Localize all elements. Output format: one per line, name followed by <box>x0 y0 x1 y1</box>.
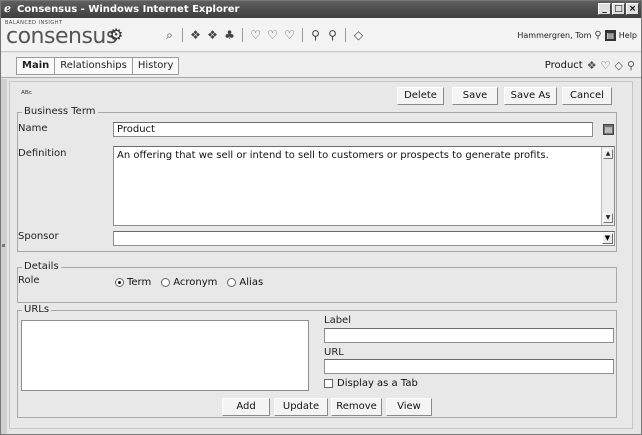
url-label-field[interactable] <box>324 328 614 343</box>
left-splitter[interactable] <box>1 79 7 434</box>
url-field[interactable] <box>324 359 614 374</box>
help-icon[interactable]: ▤ <box>604 30 616 41</box>
display-as-tab-checkbox[interactable]: Display as a Tab <box>324 378 418 389</box>
maximize-button[interactable]: □ <box>612 3 625 15</box>
definition-textarea[interactable]: An offering that we sell or intend to se… <box>113 146 615 226</box>
view-url-button[interactable]: View <box>386 398 432 416</box>
sponsor-label: Sponsor <box>18 231 59 242</box>
title-bar: ℯ Consensus - Windows Internet Explorer … <box>1 1 641 18</box>
role-radio-group: Term Acronym Alias <box>115 277 263 288</box>
urls-group: URLs Label URL Display as a Tab Add Upda… <box>17 304 617 418</box>
name-field[interactable]: Product <box>113 122 593 137</box>
toolbar-separator <box>345 28 346 42</box>
name-lookup-icon[interactable]: ▤ <box>603 124 614 135</box>
urls-legend: URLs <box>22 304 52 316</box>
tab-main[interactable]: Main <box>17 58 56 74</box>
save-button[interactable]: Save <box>452 87 498 105</box>
find-term-icon[interactable]: ❖ <box>189 28 202 42</box>
name-label: Name <box>18 123 48 134</box>
display-as-tab-label: Display as a Tab <box>337 378 418 389</box>
role-term-label: Term <box>127 277 152 288</box>
definition-scrollbar[interactable]: ▲ ▼ <box>601 147 614 225</box>
chevron-down-icon[interactable]: ▼ <box>602 233 613 244</box>
app-header: BALANCED INSIGHT consensus ⚙ ⌕ ❖ ❖ ♣ ♡ ♡… <box>1 18 641 52</box>
details-legend: Details <box>22 261 61 273</box>
user-area: Hammergren, Tom ⚲ ▤ Help <box>517 30 637 41</box>
context-label: Product <box>544 60 583 71</box>
role-acronym-label: Acronym <box>173 277 218 288</box>
role-alias-radio[interactable]: Alias <box>227 277 263 288</box>
term-icon[interactable]: ❖ <box>206 28 219 42</box>
toolbar-separator <box>182 28 183 42</box>
window-title: Consensus - Windows Internet Explorer <box>17 4 240 15</box>
business-term-group: Business Term Name Product ▤ Definition … <box>17 106 617 252</box>
search-user-icon[interactable]: ⚲ <box>309 28 322 42</box>
tab-history[interactable]: History <box>133 58 179 74</box>
url-label: URL <box>324 347 344 358</box>
gear-icon: ⚙ <box>109 25 124 44</box>
user-icon[interactable]: ⚲ <box>594 30 601 41</box>
splitter-grip <box>2 244 5 247</box>
role-label: Role <box>18 275 40 286</box>
toolbar-separator <box>302 28 303 42</box>
role-alias-label: Alias <box>239 277 264 288</box>
close-button[interactable]: × <box>626 3 639 15</box>
definition-label: Definition <box>18 148 67 159</box>
definition-text: An offering that we sell or intend to se… <box>117 150 549 161</box>
brand-logo: consensus <box>6 24 117 49</box>
toolbar-separator <box>242 28 243 42</box>
radio-unselected-icon <box>161 278 171 287</box>
scroll-up-icon[interactable]: ▲ <box>603 149 613 159</box>
save-as-button[interactable]: Save As <box>504 87 557 105</box>
relationship-icon[interactable]: ♡ <box>249 28 262 42</box>
context-area: Product ❖ ♡ ◇ ⚲ <box>545 59 635 72</box>
user-name: Hammergren, Tom <box>517 31 592 40</box>
scope-icon[interactable]: ⌕ <box>163 28 176 42</box>
browser-window: ℯ Consensus - Windows Internet Explorer … <box>0 0 642 435</box>
tab-bar: Main Relationships History <box>16 57 180 75</box>
role-acronym-radio[interactable]: Acronym <box>161 277 217 288</box>
link-icon[interactable]: ◇ <box>352 28 365 42</box>
approve-icon[interactable]: ♡ <box>266 28 279 42</box>
window-controls: _ □ × <box>598 3 639 15</box>
link-icon[interactable]: ◇ <box>614 59 622 72</box>
term-info-icon[interactable]: ❖ <box>587 59 597 72</box>
find-icon[interactable]: ♣ <box>223 28 236 42</box>
toolbar: ⌕ ❖ ❖ ♣ ♡ ♡ ♡ ⚲ ⚲ ◇ <box>163 28 365 42</box>
add-url-button[interactable]: Add <box>222 398 270 416</box>
delete-button[interactable]: Delete <box>397 87 444 105</box>
business-term-legend: Business Term <box>22 106 98 118</box>
remove-url-button[interactable]: Remove <box>331 398 382 416</box>
role-term-radio[interactable]: Term <box>115 277 151 288</box>
url-label-label: Label <box>324 315 351 326</box>
cancel-button[interactable]: Cancel <box>562 87 612 105</box>
search-group-icon[interactable]: ⚲ <box>326 28 339 42</box>
tab-relationships[interactable]: Relationships <box>55 58 133 74</box>
details-group: Details Role Term Acronym Alias <box>17 261 617 303</box>
scroll-down-icon[interactable]: ▼ <box>603 213 613 223</box>
relationship-icon[interactable]: ♡ <box>601 59 611 72</box>
more-icon[interactable]: ⚲ <box>627 59 635 72</box>
tabs-row: Main Relationships History Product ❖ ♡ ◇… <box>1 53 641 78</box>
main-panel: ᴬᴮᶜ Delete Save Save As Cancel Business … <box>9 81 633 429</box>
spellcheck-icon[interactable]: ᴬᴮᶜ <box>21 90 33 102</box>
url-list[interactable] <box>21 320 309 391</box>
checkbox-icon <box>324 379 333 388</box>
help-link[interactable]: Help <box>619 31 637 40</box>
ie-icon: ℯ <box>4 2 11 15</box>
radio-selected-icon <box>115 278 124 287</box>
review-icon[interactable]: ♡ <box>283 28 296 42</box>
minimize-button[interactable]: _ <box>598 3 611 15</box>
radio-unselected-icon <box>227 278 237 287</box>
sponsor-select[interactable]: ▼ <box>113 231 615 246</box>
update-url-button[interactable]: Update <box>274 398 328 416</box>
